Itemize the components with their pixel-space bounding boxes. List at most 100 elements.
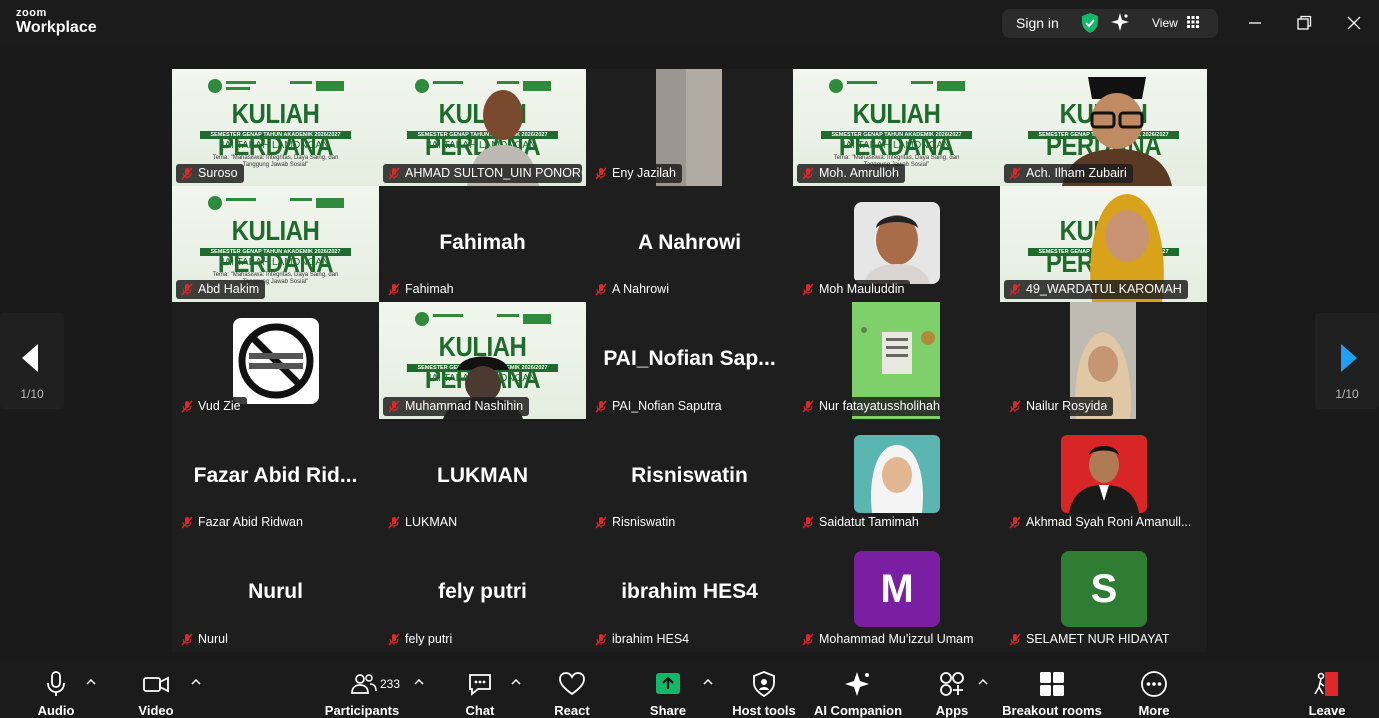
sign-in-button[interactable]: Sign in bbox=[1016, 15, 1059, 31]
participant-name: Muhammad Nashihin bbox=[405, 398, 524, 413]
participant-tile[interactable]: Nurul Nurul bbox=[172, 535, 379, 652]
view-button[interactable]: View bbox=[1152, 16, 1178, 30]
minimize-icon[interactable] bbox=[1244, 12, 1266, 34]
participant-tile[interactable]: Saidatut Tamimah bbox=[793, 418, 1000, 535]
zoom-meeting-window: { "app": {"brand_top": "zoom", "brand_bo… bbox=[0, 0, 1379, 718]
banner-logos-icon bbox=[829, 79, 965, 93]
participant-tile[interactable]: Fahimah Fahimah bbox=[379, 185, 586, 302]
breakout-rooms-icon bbox=[1040, 672, 1064, 696]
participant-tile[interactable]: KULIAH PERDANA SEMESTER GENAP TAHUN AKAD… bbox=[172, 69, 379, 186]
participant-name: Fazar Abid Ridwan bbox=[198, 515, 303, 529]
participant-name-label: A Nahrowi bbox=[590, 280, 675, 299]
close-icon[interactable] bbox=[1343, 12, 1365, 34]
zoom-logo: zoom Workplace bbox=[16, 8, 97, 36]
video-gallery: KULIAH PERDANA SEMESTER GENAP TAHUN AKAD… bbox=[172, 69, 1207, 652]
leave-button[interactable]: Leave bbox=[1297, 661, 1357, 718]
participant-tile[interactable]: Nailur Rosyida bbox=[1000, 302, 1207, 419]
next-page-button[interactable]: 1/10 bbox=[1315, 313, 1379, 409]
audio-options-chevron-up-icon[interactable] bbox=[86, 678, 96, 686]
react-button[interactable]: React bbox=[542, 661, 602, 718]
host-tools-label: Host tools bbox=[732, 703, 796, 718]
more-button[interactable]: More bbox=[1124, 661, 1184, 718]
participant-tile[interactable]: Akhmad Syah Roni Amanull... bbox=[1000, 418, 1207, 535]
participant-name: 49_WARDATUL KAROMAH bbox=[1026, 282, 1182, 296]
share-label: Share bbox=[649, 703, 687, 718]
participant-tile[interactable]: KULIAH PERDANA SEMESTER GENAP TAHUN AKAD… bbox=[379, 69, 586, 186]
logo-workplace-text: Workplace bbox=[16, 19, 97, 36]
participant-tile[interactable]: Eny Jazilah bbox=[586, 69, 793, 186]
participant-tile[interactable]: M Mohammad Mu'izzul Umam bbox=[793, 535, 1000, 652]
participant-tile[interactable]: Risniswatin Risniswatin bbox=[586, 418, 793, 535]
participant-name: Moh. Amrulloh bbox=[819, 165, 899, 180]
participant-name: Eny Jazilah bbox=[612, 165, 676, 180]
participant-tile[interactable]: Nur fatayatussholihah bbox=[793, 302, 1000, 419]
participant-tile[interactable]: Vud Zie bbox=[172, 302, 379, 419]
participant-tile[interactable]: S SELAMET NUR HIDAYAT bbox=[1000, 535, 1207, 652]
sparkle-icon[interactable] bbox=[1110, 12, 1130, 32]
mic-muted-icon bbox=[1009, 283, 1021, 296]
participants-options-chevron-up-icon[interactable] bbox=[414, 678, 424, 686]
banner-institution: IAI TABAH LAMONGAN bbox=[221, 140, 330, 151]
mic-muted-icon bbox=[802, 633, 814, 645]
participant-tile[interactable]: KULIAH PERDANA SEMESTER GENAP TAHUN AKAD… bbox=[793, 69, 1000, 186]
participant-display-name: Fazar Abid Rid... bbox=[193, 463, 358, 487]
participant-tile[interactable]: KULIAH PERDANA SEMESTER GENAP TAHUN AKAD… bbox=[379, 302, 586, 419]
participant-name-label: 49_WARDATUL KAROMAH bbox=[1004, 280, 1188, 299]
share-options-chevron-up-icon[interactable] bbox=[703, 678, 713, 686]
banner-logos-icon bbox=[208, 79, 344, 93]
more-dots-icon bbox=[1141, 671, 1167, 697]
participant-display-name: LUKMAN bbox=[437, 463, 528, 487]
participant-tile[interactable]: ibrahim HES4 ibrahim HES4 bbox=[586, 535, 793, 652]
grid-view-icon[interactable] bbox=[1187, 16, 1199, 28]
banner-logos-icon bbox=[208, 195, 344, 210]
participant-tile[interactable]: PAI_Nofian Sap... PAI_Nofian Saputra bbox=[586, 302, 793, 419]
participant-name: Ach. Ilham Zubairi bbox=[1026, 165, 1127, 180]
previous-page-button[interactable]: 1/10 bbox=[0, 313, 64, 409]
active-speaker-tile[interactable]: KULIAH PERDANA SEMESTER GENAP TAHUN AKAD… bbox=[1000, 69, 1207, 186]
audio-button[interactable]: Audio bbox=[22, 661, 90, 718]
video-button[interactable]: Video bbox=[122, 661, 190, 718]
shield-check-icon[interactable] bbox=[1080, 12, 1100, 34]
participant-name-label: ibrahim HES4 bbox=[590, 629, 696, 649]
participant-tile[interactable]: KULIAH PERDANA SEMESTER GENAP TAHUN AKAD… bbox=[1000, 185, 1207, 302]
participant-tile[interactable]: fely putri fely putri bbox=[379, 535, 586, 652]
apps-label: Apps bbox=[935, 703, 969, 718]
apps-options-chevron-up-icon[interactable] bbox=[978, 678, 988, 686]
participant-name: Mohammad Mu'izzul Umam bbox=[819, 631, 974, 646]
apps-icon bbox=[940, 672, 964, 696]
participant-tile[interactable]: Fazar Abid Rid... Fazar Abid Ridwan bbox=[172, 418, 379, 535]
participant-name: Saidatut Tamimah bbox=[819, 515, 919, 529]
participant-name-label: Abd Hakim bbox=[176, 280, 266, 299]
participant-name-label: Moh. Amrulloh bbox=[797, 163, 905, 183]
host-tools-button[interactable]: Host tools bbox=[728, 661, 800, 718]
chat-button[interactable]: Chat bbox=[450, 661, 510, 718]
participant-tile[interactable]: A Nahrowi A Nahrowi bbox=[586, 185, 793, 302]
mic-muted-icon bbox=[595, 400, 607, 412]
participant-name-label: fely putri bbox=[383, 629, 459, 649]
mic-muted-icon bbox=[181, 167, 193, 179]
participant-name-label: Nailur Rosyida bbox=[1004, 396, 1114, 416]
mic-muted-icon bbox=[802, 283, 814, 296]
participant-name-label: Vud Zie bbox=[176, 396, 247, 416]
participant-tile[interactable]: Moh Mauluddin bbox=[793, 185, 1000, 302]
video-label: Video bbox=[138, 703, 174, 718]
video-options-chevron-up-icon[interactable] bbox=[191, 678, 201, 686]
participant-name: Akhmad Syah Roni Amanull... bbox=[1026, 515, 1192, 529]
restore-icon[interactable] bbox=[1293, 12, 1315, 34]
react-label: React bbox=[554, 703, 590, 718]
mic-muted-icon bbox=[181, 283, 193, 296]
chat-options-chevron-up-icon[interactable] bbox=[511, 678, 521, 686]
page-indicator-right: 1/10 bbox=[1335, 387, 1359, 401]
participant-name: Vud Zie bbox=[198, 398, 241, 413]
video-camera-icon bbox=[143, 676, 169, 693]
participant-name-label: Akhmad Syah Roni Amanull... bbox=[1004, 513, 1198, 532]
participant-tile[interactable]: LUKMAN LUKMAN bbox=[379, 418, 586, 535]
share-button[interactable]: Share bbox=[638, 661, 698, 718]
banner-institution: IAI TABAH LAMONGAN bbox=[842, 140, 951, 151]
breakout-rooms-button[interactable]: Breakout rooms bbox=[1002, 661, 1102, 718]
banner-logos-icon bbox=[415, 312, 551, 326]
apps-button[interactable]: Apps bbox=[922, 661, 982, 718]
ai-companion-button[interactable]: AI Companion bbox=[812, 661, 904, 718]
participant-tile[interactable]: KULIAH PERDANA SEMESTER GENAP TAHUN AKAD… bbox=[172, 185, 379, 302]
meeting-toolbar: Audio Video Participants 233 Chat React … bbox=[0, 661, 1379, 718]
